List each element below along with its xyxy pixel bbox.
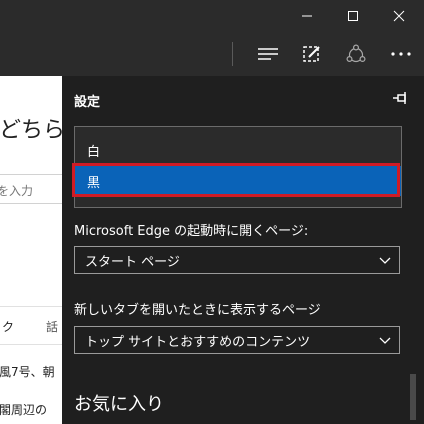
page-tab-fragment-1[interactable]: ク — [2, 318, 14, 335]
page-search-box[interactable]: を入力 — [0, 174, 62, 204]
theme-option-white[interactable]: 白 — [75, 135, 401, 165]
minimize-icon — [302, 15, 312, 17]
more-button[interactable] — [380, 32, 422, 76]
settings-panel: 設定 白 黒 Microsoft Edge の起動時に開くページ: スタート ペ… — [62, 76, 424, 424]
web-page-content: どちら を入力 ク 話 風7号、朝 閣周辺の — [0, 76, 62, 424]
page-heading-fragment: どちら — [0, 118, 62, 143]
startup-page-value: スタート ページ — [85, 254, 180, 270]
close-icon — [393, 10, 405, 22]
new-tab-select[interactable]: トップ サイトとおすすめのコンテンツ — [74, 326, 400, 354]
new-tab-value: トップ サイトとおすすめのコンテンツ — [85, 334, 311, 350]
pin-icon[interactable] — [392, 90, 410, 106]
theme-option-label: 白 — [87, 144, 101, 160]
news-item-2[interactable]: 閣周辺の — [0, 401, 47, 418]
toolbar-separator — [232, 42, 233, 66]
startup-page-label: Microsoft Edge の起動時に開くページ: — [74, 224, 309, 239]
divider — [0, 344, 62, 345]
share-button[interactable] — [335, 32, 377, 76]
hub-button[interactable] — [247, 32, 289, 76]
page-tab-fragment-2[interactable]: 話 — [46, 318, 58, 335]
news-item-1[interactable]: 風7号、朝 — [0, 363, 55, 380]
highlight-box — [72, 163, 400, 197]
divider — [0, 306, 62, 307]
web-note-icon — [303, 46, 320, 62]
maximize-icon — [348, 11, 358, 21]
more-icon — [391, 52, 411, 56]
hub-icon — [258, 48, 278, 60]
share-icon — [346, 44, 366, 63]
chevron-down-icon — [379, 337, 391, 344]
chevron-down-icon — [379, 257, 391, 264]
page-search-hint: を入力 — [0, 184, 34, 198]
startup-page-select[interactable]: スタート ページ — [74, 246, 400, 274]
minimize-button[interactable] — [284, 0, 330, 32]
settings-title: 設定 — [74, 95, 101, 110]
web-note-button[interactable] — [291, 32, 333, 76]
panel-scrollbar[interactable] — [410, 374, 416, 420]
close-button[interactable] — [376, 0, 422, 32]
new-tab-label: 新しいタブを開いたときに表示するページ — [74, 303, 321, 318]
favorites-heading: お気に入り — [74, 394, 164, 415]
maximize-button[interactable] — [330, 0, 376, 32]
